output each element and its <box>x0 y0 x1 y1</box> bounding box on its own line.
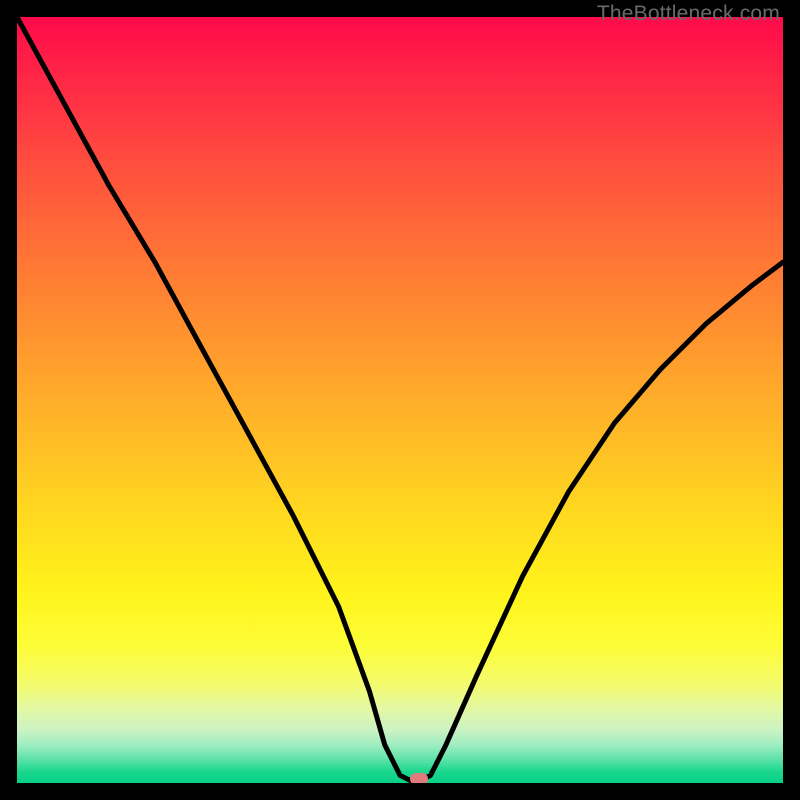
optimal-point-marker <box>410 773 428 783</box>
bottleneck-curve <box>17 17 783 783</box>
plot-area <box>17 17 783 783</box>
watermark-text: TheBottleneck.com <box>597 2 780 26</box>
chart-stage: TheBottleneck.com <box>0 0 800 800</box>
